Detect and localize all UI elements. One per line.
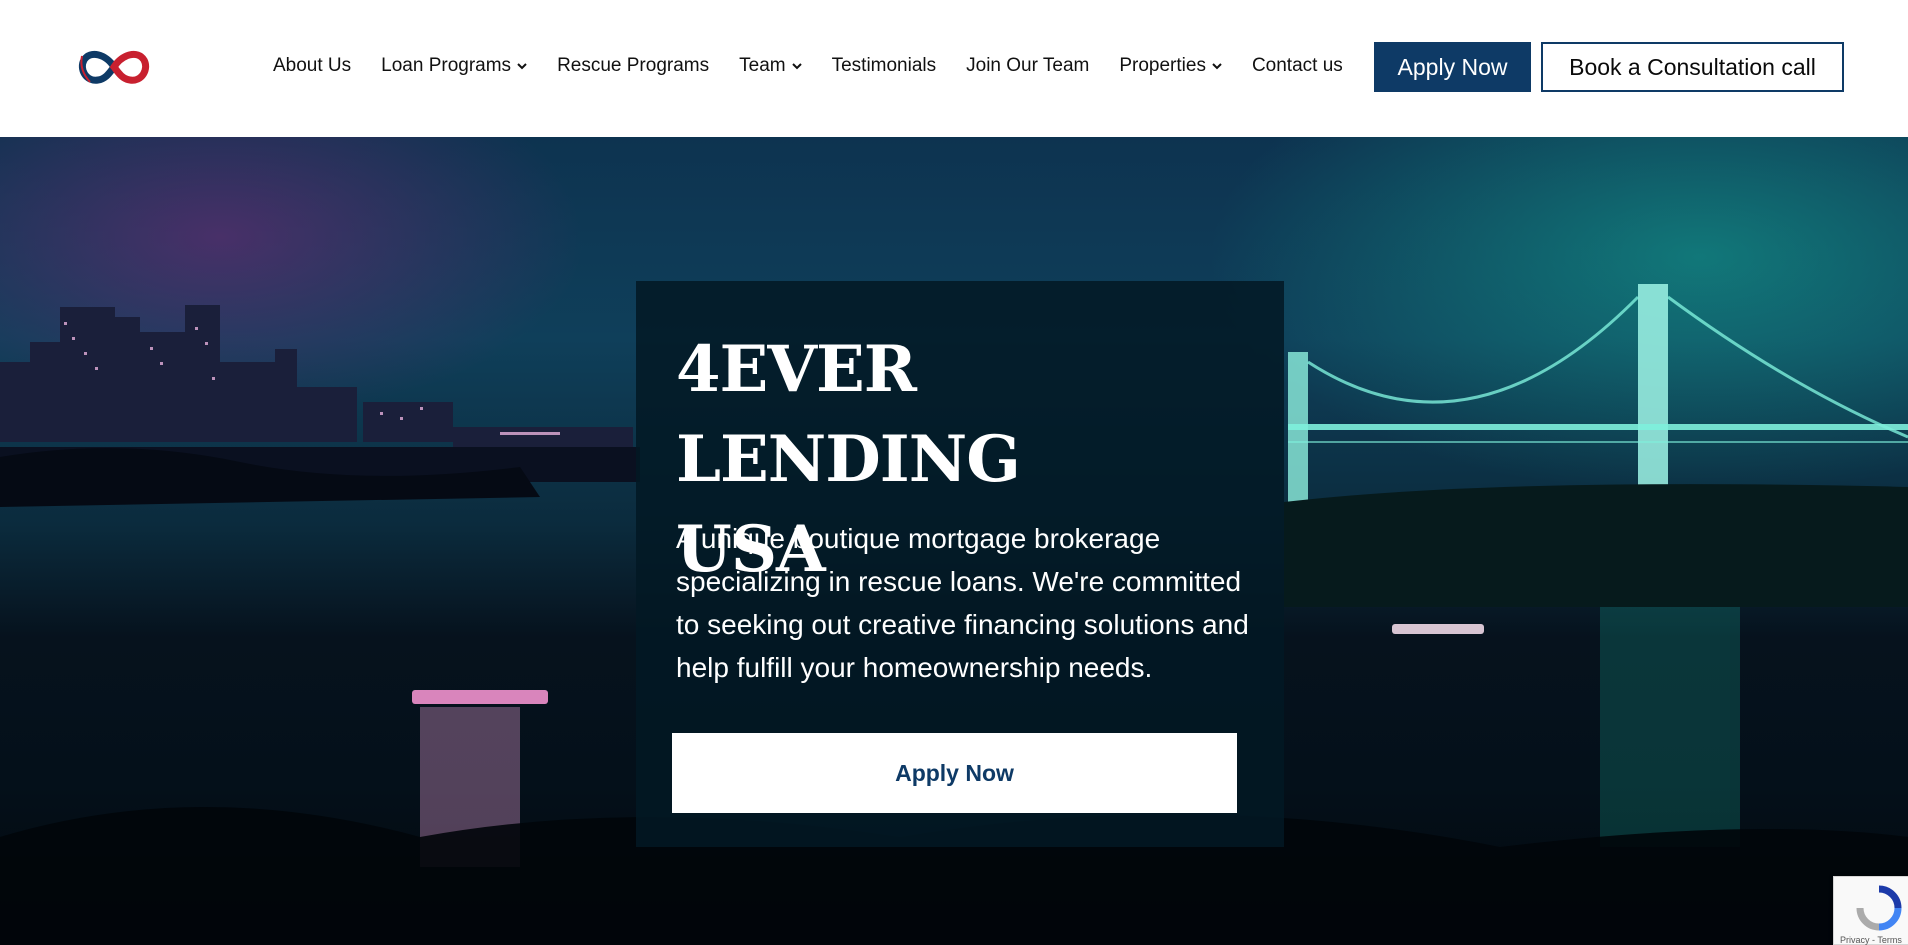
bridge	[1288, 284, 1908, 514]
boat-left	[412, 690, 548, 704]
nav-testimonials[interactable]: Testimonials	[832, 48, 937, 84]
hero-description: A unique boutique mortgage brokerage spe…	[676, 523, 1249, 683]
nav-about-us[interactable]: About Us	[273, 48, 351, 84]
nav-label: Rescue Programs	[557, 55, 710, 76]
apply-now-button[interactable]: Apply Now	[1374, 42, 1531, 92]
trees-right	[1284, 484, 1908, 607]
site-header: About Us Loan Programs Rescue Programs T…	[0, 0, 1908, 137]
nav-label: Loan Programs	[381, 55, 512, 76]
recaptcha-badge[interactable]: Privacy - Terms	[1833, 876, 1908, 945]
nav-label: About Us	[273, 55, 352, 76]
logo[interactable]	[76, 44, 152, 90]
nav-properties[interactable]: Properties	[1119, 48, 1222, 84]
nav-join-our-team[interactable]: Join Our Team	[966, 48, 1089, 84]
boat-right	[1392, 624, 1484, 634]
recaptcha-text[interactable]: Privacy - Terms	[1840, 935, 1902, 945]
nav-label: Join Our Team	[966, 55, 1090, 76]
main-nav: About Us Loan Programs Rescue Programs T…	[273, 48, 1343, 84]
chevron-down-icon	[517, 63, 527, 70]
infinity-logo-icon	[78, 50, 150, 84]
bridge-reflection	[1600, 607, 1740, 847]
hero-title-line-1: 4EVER LENDING	[676, 332, 1021, 497]
chevron-down-icon	[791, 63, 802, 70]
book-consultation-button[interactable]: Book a Consultation call	[1541, 42, 1844, 92]
chevron-down-icon	[1212, 63, 1222, 70]
recaptcha-icon	[1856, 885, 1902, 931]
nav-loan-programs[interactable]: Loan Programs	[381, 48, 527, 84]
nav-label: Testimonials	[831, 55, 937, 76]
nav-label: Properties	[1119, 55, 1206, 76]
page: About Us Loan Programs Rescue Programs T…	[0, 0, 1908, 945]
nav-label: Team	[739, 55, 786, 76]
city-skyline	[0, 305, 633, 447]
nav-rescue-programs[interactable]: Rescue Programs	[557, 48, 709, 84]
hero-apply-now-button[interactable]: Apply Now	[672, 733, 1237, 813]
nav-label: Contact us	[1251, 55, 1343, 76]
hero-section: 4EVER LENDING USA A unique boutique mort…	[0, 137, 1908, 945]
nav-team[interactable]: Team	[739, 48, 802, 84]
hero-card: 4EVER LENDING USA A unique boutique mort…	[636, 281, 1284, 847]
nav-contact-us[interactable]: Contact us	[1252, 48, 1343, 84]
